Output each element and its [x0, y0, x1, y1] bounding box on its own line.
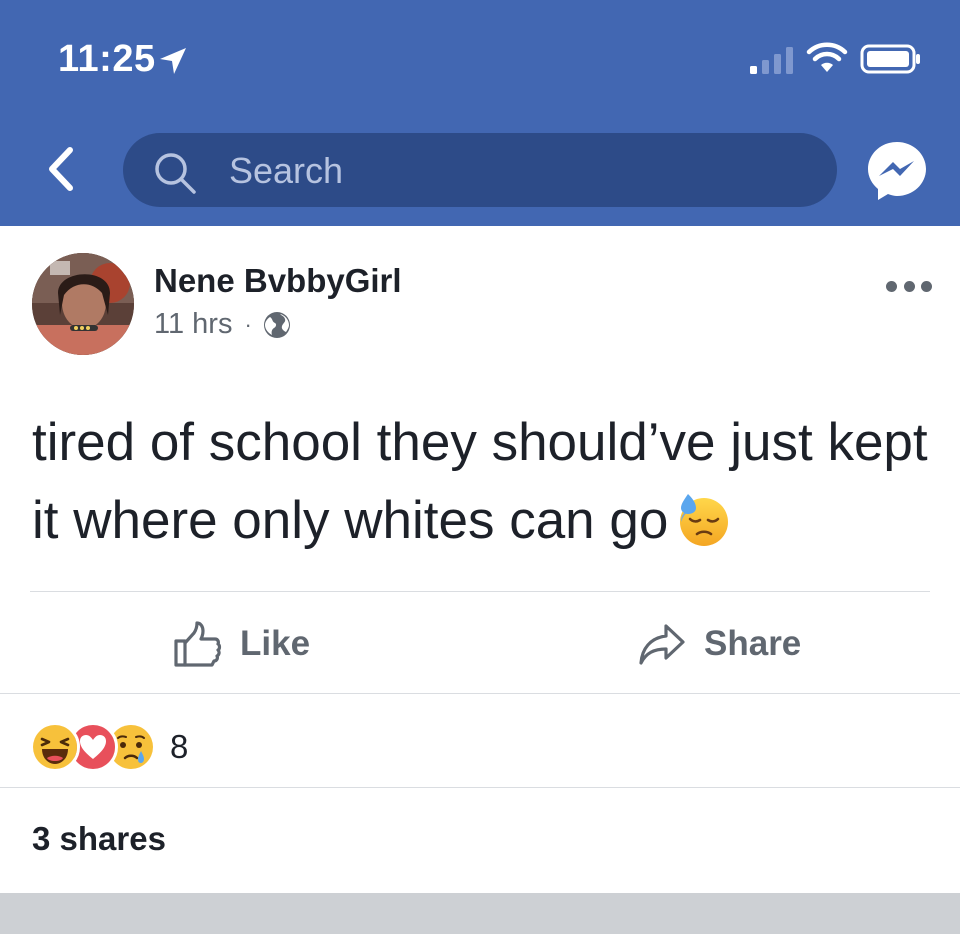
- more-dot-icon: [921, 280, 932, 292]
- feed-separator: [0, 893, 960, 934]
- share-label: Share: [704, 624, 802, 663]
- search-input[interactable]: [227, 133, 791, 209]
- back-button[interactable]: [40, 146, 86, 192]
- haha-reaction-icon: [30, 722, 80, 772]
- messenger-button[interactable]: [864, 138, 930, 204]
- sweat-face-emoji-icon: [680, 494, 729, 546]
- thumbs-up-icon: [174, 621, 222, 667]
- divider: [0, 787, 960, 788]
- share-button[interactable]: Share: [638, 612, 801, 676]
- reactions-summary[interactable]: 8: [30, 722, 188, 772]
- location-arrow-icon: [160, 48, 186, 74]
- like-button[interactable]: Like: [172, 612, 310, 676]
- divider: [0, 693, 960, 694]
- more-options-button[interactable]: [886, 278, 932, 294]
- battery-icon: [860, 44, 920, 74]
- shares-count[interactable]: 3 shares: [32, 820, 166, 858]
- status-time: 11:25: [58, 38, 156, 80]
- meta-separator: ·: [244, 311, 252, 337]
- post-text-content: tired of school they should’ve just kept…: [32, 413, 928, 550]
- divider: [30, 591, 930, 592]
- post-timestamp[interactable]: 11 hrs: [154, 308, 232, 341]
- search-bar[interactable]: [123, 133, 837, 209]
- reaction-count: 8: [170, 728, 189, 765]
- globe-icon[interactable]: [262, 310, 292, 340]
- search-icon: [155, 153, 196, 194]
- more-dot-icon: [903, 280, 915, 292]
- post-text: tired of school they should’ve just kept…: [32, 404, 932, 560]
- wifi-icon: [806, 42, 848, 72]
- like-label: Like: [240, 624, 311, 663]
- more-dot-icon: [886, 280, 897, 292]
- author-avatar[interactable]: [32, 253, 134, 355]
- author-name[interactable]: Nene BvbbyGirl: [154, 262, 402, 300]
- top-nav-bar: 11:25: [0, 0, 960, 226]
- cell-signal-icon: [750, 47, 793, 74]
- post-meta: 11 hrs ·: [154, 308, 292, 341]
- share-arrow-icon: [639, 624, 685, 665]
